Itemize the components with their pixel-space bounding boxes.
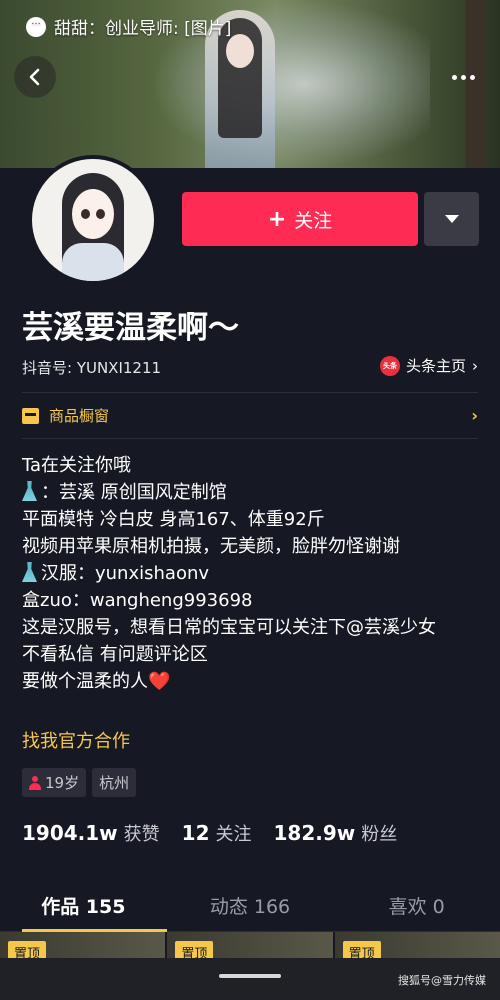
home-indicator[interactable]: [219, 974, 281, 978]
bio-line: 视频用苹果原相机拍摄，无美颜，脸胖勿怪谢谢: [22, 536, 400, 557]
shop-icon: [22, 407, 39, 424]
avatar[interactable]: [28, 155, 158, 285]
bio: Ta在关注你哦 ：芸溪 原创国风定制馆 平面模特 冷白皮 身高167、体重92斤…: [22, 452, 482, 695]
city-tag: 杭州: [92, 768, 137, 797]
official-cooperation-link[interactable]: 找我官方合作: [22, 727, 130, 753]
person-icon: [29, 775, 41, 790]
age-text: 19岁: [45, 774, 80, 792]
avatar-eye: [81, 209, 90, 219]
toutiao-logo-icon: 头条: [379, 355, 400, 376]
age-tag: 19岁: [22, 768, 87, 797]
city-text: 杭州: [99, 774, 130, 792]
divider: [22, 438, 478, 439]
notification-text: 甜甜：创业导师: [图片]: [54, 19, 232, 39]
bio-line: 盒zuo：wangheng993698: [22, 590, 253, 611]
bio-line: Ta在关注你哦: [22, 455, 132, 476]
likes-stat[interactable]: 1904.1w 获赞: [22, 820, 160, 846]
video-grid: 置顶 置顶 置顶: [0, 932, 500, 960]
fans-label: 粉丝: [361, 824, 398, 845]
bio-text: 要做个温柔的人: [22, 671, 148, 692]
dropdown-triangle-icon: [444, 215, 459, 223]
video-thumbnail[interactable]: 置顶: [334, 932, 500, 960]
chevron-right-icon: ›: [472, 356, 478, 375]
profile-stats: 1904.1w 获赞 12 关注 182.9w 粉丝: [22, 820, 397, 846]
follow-button[interactable]: + 关注: [182, 192, 418, 246]
tab-posts[interactable]: 动态 166: [167, 880, 334, 931]
bio-line: 这是汉服号，想看日常的宝宝可以关注下@芸溪少女: [22, 617, 436, 638]
more-dot: [469, 74, 475, 80]
toutiao-label: 头条主页: [405, 357, 466, 375]
chevron-right-icon: ›: [471, 406, 478, 425]
divider: [22, 392, 478, 393]
fans-count: 182.9w: [273, 821, 356, 845]
shop-label: 商品橱窗: [49, 407, 110, 425]
video-thumbnail[interactable]: 置顶: [0, 932, 166, 960]
bio-text: 汉服：yunxishaonv: [41, 563, 210, 584]
bio-line: 不看私信 有问题评论区: [22, 644, 208, 665]
profile-name: 芸溪要温柔啊～: [22, 310, 239, 346]
banner-face: [226, 34, 254, 68]
toutiao-homepage-link[interactable]: 头条 头条主页 ›: [379, 355, 478, 376]
more-button[interactable]: [446, 62, 480, 92]
avatar-body: [62, 243, 124, 281]
heart-icon: ❤️: [148, 671, 171, 692]
system-nav-bar: 搜狐号@雪力传媒: [0, 958, 500, 1000]
dropdown-button[interactable]: [424, 192, 479, 246]
avatar-eye: [96, 209, 105, 219]
content-tabs: 作品 155 动态 166 喜欢 0: [0, 880, 500, 932]
bio-text: ：芸溪 原创国风定制馆: [41, 482, 227, 503]
watermark: 搜狐号@雪力传媒: [398, 974, 486, 987]
following-stat[interactable]: 12 关注: [182, 820, 252, 846]
plus-icon: +: [267, 206, 287, 232]
bio-line: ：芸溪 原创国风定制馆: [22, 479, 482, 506]
chat-bubble-icon: [26, 16, 46, 37]
notification-banner[interactable]: 甜甜：创业导师: [图片]: [26, 14, 231, 39]
tab-works[interactable]: 作品 155: [0, 880, 167, 932]
likes-count: 1904.1w: [22, 821, 118, 845]
bio-line: 汉服：yunxishaonv: [22, 560, 482, 587]
more-dots-icon: [451, 74, 457, 80]
bio-line: 要做个温柔的人❤️: [22, 668, 482, 695]
tab-likes[interactable]: 喜欢 0: [333, 880, 500, 931]
shop-window-row[interactable]: 商品橱窗 ›: [22, 405, 478, 426]
follow-label: 关注: [294, 209, 333, 232]
video-thumbnail[interactable]: 置顶: [167, 932, 333, 960]
more-dot: [460, 74, 466, 80]
dress-icon: [22, 481, 37, 501]
back-arrow-icon: [29, 68, 40, 86]
douyin-id: 抖音号: YUNXI1211: [22, 359, 162, 377]
profile-tags: 19岁 杭州: [22, 768, 137, 797]
following-label: 关注: [215, 824, 252, 845]
fans-stat[interactable]: 182.9w 粉丝: [274, 820, 398, 846]
dress-icon: [22, 562, 37, 582]
likes-label: 获赞: [123, 824, 160, 845]
back-button[interactable]: [14, 56, 56, 98]
bio-line: 平面模特 冷白皮 身高167、体重92斤: [22, 509, 325, 530]
following-count: 12: [181, 821, 210, 845]
avatar-image: [32, 159, 154, 281]
avatar-face: [72, 189, 114, 239]
